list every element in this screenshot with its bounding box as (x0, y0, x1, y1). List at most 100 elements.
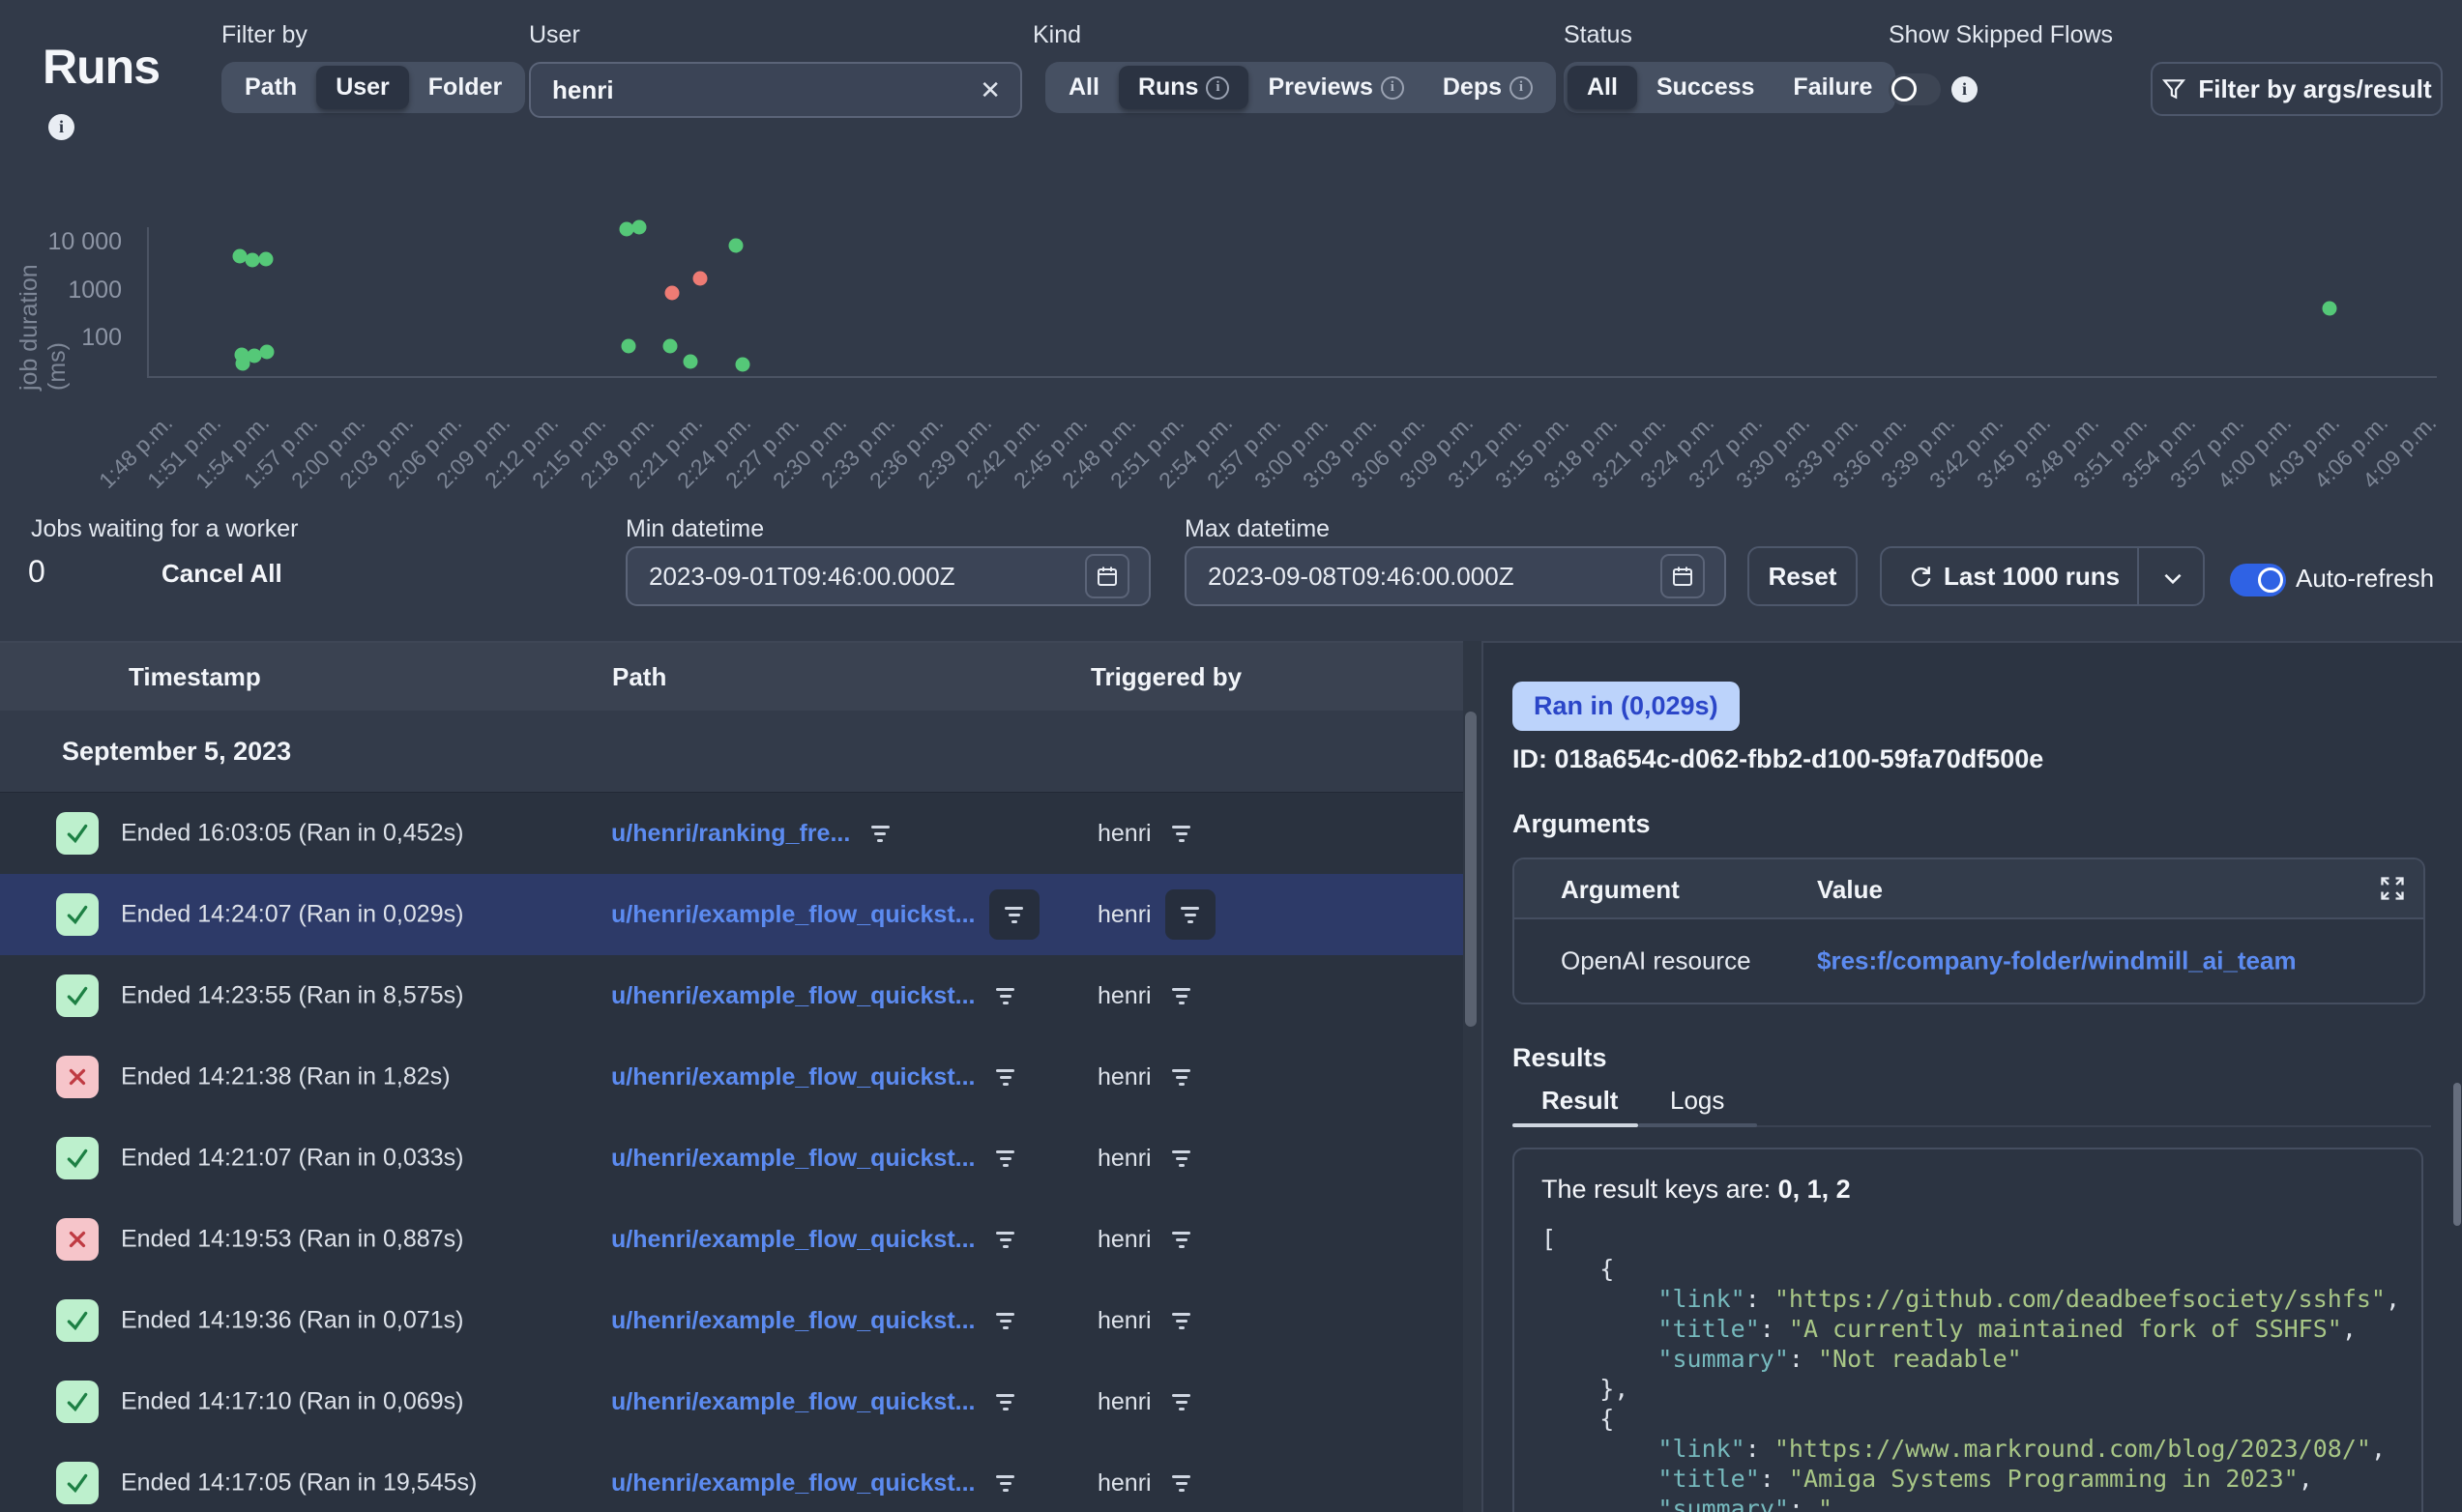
show-skipped-flows-toggle[interactable] (1889, 73, 1941, 105)
panel-scrollbar-thumb[interactable] (2453, 1083, 2461, 1226)
column-header-triggered-by: Triggered by (1091, 662, 1242, 692)
json-line: }, (1541, 1374, 2421, 1404)
data-point-success (2323, 301, 2337, 315)
triggered-by-cell: henri (1098, 1061, 1198, 1093)
run-detail-panel: Ran in (0,029s) ID: 018a654c-d062-fbb2-d… (1483, 641, 2462, 1512)
cancel-all-button[interactable]: Cancel All (161, 559, 282, 589)
run-path-link[interactable]: u/henri/example_flow_quickst... (611, 1307, 976, 1335)
run-ended-timestamp: Ended 14:17:10 (Ran in 0,069s) (121, 1388, 463, 1416)
filter-icon[interactable] (989, 1223, 1022, 1256)
filter-icon[interactable] (989, 1467, 1022, 1499)
status-all-option[interactable]: All (1568, 66, 1637, 109)
triggered-by-cell: henri (1098, 1142, 1198, 1175)
filter-by-user-option[interactable]: User (316, 66, 409, 109)
filter-icon[interactable] (864, 817, 896, 850)
kind-deps-option[interactable]: Deps i (1423, 66, 1552, 109)
run-ended-timestamp: Ended 14:19:53 (Ran in 0,887s) (121, 1226, 463, 1254)
status-success-option[interactable]: Success (1637, 66, 1773, 109)
filter-icon[interactable] (1165, 1304, 1198, 1337)
max-datetime-calendar-button[interactable] (1660, 554, 1705, 598)
filter-by-args-result-button[interactable]: Filter by args/result (2151, 62, 2443, 116)
run-path-link[interactable]: u/henri/ranking_fre... (611, 820, 850, 848)
table-scrollbar-thumb[interactable] (1465, 712, 1477, 1027)
deps-kind-info-icon[interactable]: i (1509, 76, 1533, 100)
run-path-link[interactable]: u/henri/example_flow_quickst... (611, 1469, 976, 1497)
skipped-flows-info-icon[interactable]: i (1951, 76, 1978, 102)
result-viewer[interactable]: The result keys are: 0, 1, 2 [ { "link":… (1512, 1148, 2423, 1512)
min-datetime-input[interactable] (647, 561, 1071, 593)
filter-icon[interactable] (1165, 1142, 1198, 1175)
filter-icon[interactable] (1165, 817, 1198, 850)
run-path-link[interactable]: u/henri/example_flow_quickst... (611, 1388, 976, 1416)
table-row[interactable]: Ended 14:17:10 (Ran in 0,069s) u/henri/ex… (0, 1361, 1463, 1442)
data-point-success (684, 355, 698, 369)
table-row[interactable]: Ended 14:17:05 (Ran in 19,545s)u/henri/e… (0, 1442, 1463, 1512)
table-row[interactable]: Ended 16:03:05 (Ran in 0,452s)u/henri/ra… (0, 793, 1463, 874)
runs-page: Runs i Filter by Path User Folder User ✕… (0, 0, 2462, 1512)
data-point-success (260, 345, 275, 360)
user-input[interactable] (550, 74, 980, 106)
auto-refresh-toggle[interactable] (2230, 564, 2286, 596)
run-path-link[interactable]: u/henri/example_flow_quickst... (611, 1226, 976, 1254)
result-keys: 0, 1, 2 (1778, 1175, 1851, 1204)
arguments-table: Argument Value OpenAI resource $res:f/co… (1512, 858, 2425, 1004)
check-icon (65, 821, 90, 846)
filter-icon[interactable] (989, 1385, 1022, 1418)
previews-kind-info-icon[interactable]: i (1381, 76, 1404, 100)
min-datetime-calendar-button[interactable] (1085, 554, 1129, 598)
reset-button[interactable]: Reset (1747, 546, 1858, 606)
kind-runs-option[interactable]: Runs i (1119, 66, 1249, 109)
filter-icon[interactable] (989, 979, 1022, 1012)
table-row[interactable]: Ended 14:19:53 (Ran in 0,887s) u/henri/ex… (0, 1199, 1463, 1280)
table-row[interactable]: Ended 14:21:38 (Ran in 1,82s)u/henri/exa… (0, 1036, 1463, 1118)
filter-icon[interactable] (989, 889, 1040, 940)
filter-icon[interactable] (1165, 889, 1216, 940)
expand-arguments-icon[interactable] (2379, 875, 2406, 909)
kind-label: Kind (1033, 21, 1081, 49)
chevron-down-icon[interactable] (2160, 566, 2185, 591)
toggle-knob (1891, 76, 1917, 102)
json-line: "summary": " (1541, 1494, 2421, 1512)
data-point-success (728, 239, 743, 253)
triggered-by-cell: henri (1098, 1385, 1198, 1418)
data-point-failure (693, 271, 708, 285)
max-datetime-input[interactable] (1206, 561, 1647, 593)
tab-logs[interactable]: Logs (1670, 1086, 1724, 1116)
kind-previews-option[interactable]: Previews i (1248, 66, 1422, 109)
status-failure-option[interactable]: Failure (1773, 66, 1891, 109)
tab-result[interactable]: Result (1541, 1086, 1618, 1116)
table-row[interactable]: Ended 14:19:36 (Ran in 0,071s)u/henri/ex… (0, 1280, 1463, 1361)
arguments-table-header: Argument Value (1514, 859, 2423, 919)
argument-name: OpenAI resource (1561, 946, 1751, 976)
auto-refresh-label: Auto-refresh (2296, 564, 2434, 594)
clear-user-filter-icon[interactable]: ✕ (980, 75, 1001, 105)
table-row[interactable]: Ended 14:21:07 (Ran in 0,033s)u/henri/ex… (0, 1118, 1463, 1199)
check-icon (65, 1389, 90, 1414)
filter-by-folder-option[interactable]: Folder (409, 66, 521, 109)
argument-column-header: Argument (1561, 875, 1680, 905)
kind-all-option[interactable]: All (1049, 66, 1119, 109)
runs-info-icon[interactable]: i (48, 114, 74, 140)
filter-icon[interactable] (989, 1304, 1022, 1337)
filter-icon[interactable] (1165, 1223, 1198, 1256)
argument-value-link[interactable]: $res:f/company-folder/windmill_ai_team (1817, 946, 2297, 976)
filter-by-path-option[interactable]: Path (225, 66, 316, 109)
last-1000-runs-button[interactable]: Last 1000 runs (1880, 546, 2205, 606)
page-title: Runs (43, 39, 160, 95)
filter-icon[interactable] (989, 1142, 1022, 1175)
filter-icon[interactable] (1165, 1385, 1198, 1418)
filter-icon[interactable] (1165, 1061, 1198, 1093)
status-badge-failure (56, 1056, 99, 1098)
filter-icon[interactable] (1165, 979, 1198, 1012)
table-row[interactable]: Ended 14:24:07 (Ran in 0,029s)u/henri/ex… (0, 874, 1463, 955)
filter-icon[interactable] (1165, 1467, 1198, 1499)
run-path-link[interactable]: u/henri/example_flow_quickst... (611, 901, 976, 929)
filter-icon[interactable] (989, 1061, 1022, 1093)
table-row[interactable]: Ended 14:23:55 (Ran in 8,575s)u/henri/ex… (0, 955, 1463, 1036)
run-path-link[interactable]: u/henri/example_flow_quickst... (611, 1145, 976, 1173)
path-cell: u/henri/example_flow_quickst... (611, 1467, 1022, 1499)
show-skipped-flows-label: Show Skipped Flows (1889, 21, 2113, 49)
run-path-link[interactable]: u/henri/example_flow_quickst... (611, 982, 976, 1010)
run-path-link[interactable]: u/henri/example_flow_quickst... (611, 1063, 976, 1091)
runs-kind-info-icon[interactable]: i (1206, 76, 1229, 100)
